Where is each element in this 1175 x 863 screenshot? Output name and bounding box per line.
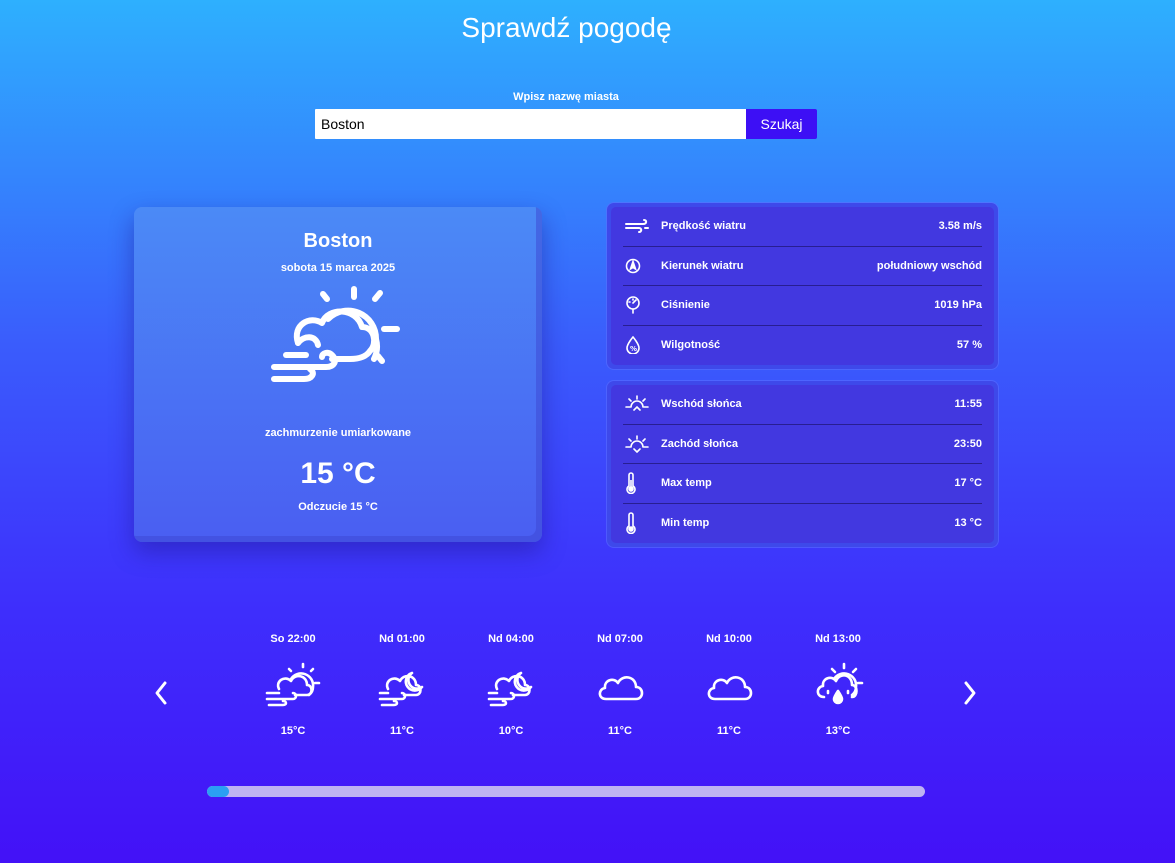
forecast-time: Nd 01:00 xyxy=(379,633,425,645)
detail-row-humidity: % Wilgotność 57 % xyxy=(623,326,982,366)
gauge-icon xyxy=(623,296,661,315)
chevron-left-icon xyxy=(155,681,167,705)
detail-label: Wilgotność xyxy=(661,339,721,352)
detail-value: 13 °C xyxy=(954,517,982,530)
detail-value: południowy wschód xyxy=(876,259,982,272)
forecast-item: Nd 01:00 11°C xyxy=(352,633,452,737)
forecast-item: Nd 13:00 13°C xyxy=(788,633,888,737)
detail-label: Kierunek wiatru xyxy=(661,259,744,272)
forecast-time: Nd 04:00 xyxy=(488,633,534,645)
search-button[interactable]: Szukaj xyxy=(746,109,817,139)
forecast-item: So 22:00 15°C xyxy=(243,633,343,737)
detail-row-min-temp: Min temp 13 °C xyxy=(623,504,982,544)
detail-label: Prędkość wiatru xyxy=(661,220,746,233)
detail-value: 11:55 xyxy=(954,398,982,411)
forecast-prev-button[interactable] xyxy=(149,678,173,708)
current-weather-card: Boston sobota 15 marca 2025 zachmurzenie… xyxy=(134,207,542,542)
svg-text:%: % xyxy=(630,345,637,353)
cloud-icon xyxy=(598,676,644,701)
current-temperature: 15 °C xyxy=(300,457,376,490)
sun-temp-panel: Wschód słońca 11:55 Zachód słońca 23:50 … xyxy=(607,381,998,547)
search-label: Wpisz nazwę miasta xyxy=(513,91,619,103)
detail-value: 1019 hPa xyxy=(934,299,982,312)
forecast-temp: 10°C xyxy=(498,725,524,737)
forecast-temp: 13°C xyxy=(825,725,851,737)
sunrise-icon xyxy=(623,395,661,413)
chevron-right-icon xyxy=(964,681,976,705)
detail-label: Wschód słońca xyxy=(661,398,742,411)
forecast-temp: 11°C xyxy=(717,725,741,737)
sunset-icon xyxy=(623,434,661,453)
detail-row-sunrise: Wschód słońca 11:55 xyxy=(623,385,982,425)
search-bar: Szukaj xyxy=(315,109,817,139)
detail-value: 23:50 xyxy=(953,437,982,450)
detail-label: Max temp xyxy=(661,477,712,490)
detail-row-wind-speed: Prędkość wiatru 3.58 m/s xyxy=(623,207,982,247)
sun-cloud-wind-icon xyxy=(271,286,400,382)
current-date: sobota 15 marca 2025 xyxy=(280,262,396,274)
hourly-forecast: So 22:00 15°C Nd 01:00 11°C Nd 04:00 10°… xyxy=(240,633,900,748)
detail-row-sunset: Zachód słońca 23:50 xyxy=(623,425,982,464)
forecast-item: Nd 10:00 11°C xyxy=(679,633,779,737)
detail-value: 17 °C xyxy=(954,477,982,490)
detail-label: Ciśnienie xyxy=(661,299,710,312)
moon-cloud-wind-icon xyxy=(487,671,533,707)
detail-row-pressure: Ciśnienie 1019 hPa xyxy=(623,286,982,326)
cloud-icon xyxy=(707,676,753,701)
detail-label: Min temp xyxy=(661,517,710,530)
sun-cloud-wind-icon xyxy=(265,662,321,707)
forecast-item: Nd 07:00 11°C xyxy=(570,633,670,737)
thermometer-icon xyxy=(623,512,661,535)
detail-value: 3.58 m/s xyxy=(938,220,982,233)
page-title: Sprawdź pogodę xyxy=(461,12,672,43)
forecast-time: Nd 07:00 xyxy=(597,633,643,645)
forecast-scrollbar[interactable] xyxy=(207,786,925,797)
weather-details-panel: Prędkość wiatru 3.58 m/s Kierunek wiatru… xyxy=(607,203,998,369)
detail-row-max-temp: Max temp 17 °C xyxy=(623,464,982,504)
forecast-item: Nd 04:00 10°C xyxy=(461,633,561,737)
forecast-time: Nd 10:00 xyxy=(706,633,752,645)
detail-value: 57 % xyxy=(956,339,982,352)
thermometer-icon xyxy=(623,472,661,495)
feels-like: Odczucie 15 °C xyxy=(298,501,378,513)
forecast-time: Nd 13:00 xyxy=(815,633,861,645)
compass-icon xyxy=(623,258,661,274)
moon-cloud-wind-icon xyxy=(378,671,424,707)
forecast-next-button[interactable] xyxy=(958,678,982,708)
scrollbar-thumb[interactable] xyxy=(207,786,229,797)
forecast-temp: 15°C xyxy=(280,725,306,737)
city-search-input[interactable] xyxy=(315,109,746,139)
detail-row-wind-direction: Kierunek wiatru południowy wschód xyxy=(623,247,982,286)
city-name: Boston xyxy=(303,230,373,252)
forecast-time: So 22:00 xyxy=(270,633,316,645)
forecast-temp: 11°C xyxy=(390,725,414,737)
weather-description: zachmurzenie umiarkowane xyxy=(264,427,412,439)
wind-icon xyxy=(623,219,661,234)
sun-cloud-rain-icon xyxy=(816,662,864,705)
forecast-temp: 11°C xyxy=(608,725,632,737)
detail-label: Zachód słońca xyxy=(661,437,739,450)
humidity-icon: % xyxy=(623,336,661,355)
